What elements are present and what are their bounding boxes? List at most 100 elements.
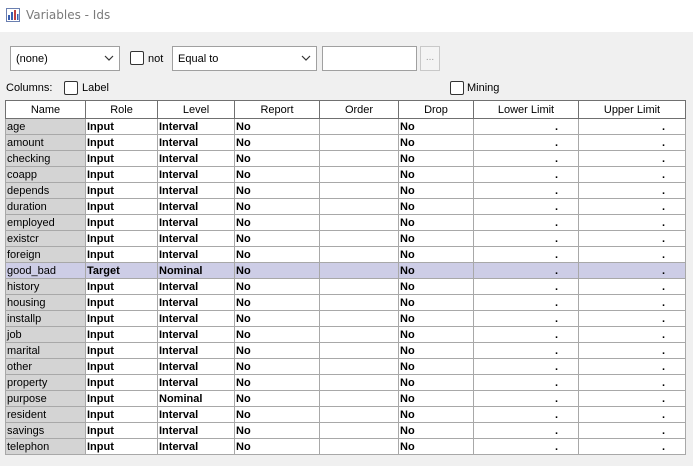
cell-lower-limit[interactable]: . xyxy=(473,198,579,215)
cell-level[interactable]: Interval xyxy=(157,134,235,151)
cell-drop[interactable]: No xyxy=(398,230,474,247)
cell-lower-limit[interactable]: . xyxy=(473,358,579,375)
cell-level[interactable]: Interval xyxy=(157,246,235,263)
cell-role[interactable]: Input xyxy=(85,278,158,295)
cell-drop[interactable]: No xyxy=(398,390,474,407)
cell-lower-limit[interactable]: . xyxy=(473,134,579,151)
cell-report[interactable]: No xyxy=(234,358,320,375)
cell-order[interactable] xyxy=(319,134,399,151)
cell-report[interactable]: No xyxy=(234,342,320,359)
cell-upper-limit[interactable]: . xyxy=(578,182,686,199)
cell-level[interactable]: Interval xyxy=(157,150,235,167)
column-header-role[interactable]: Role xyxy=(85,100,158,119)
cell-level[interactable]: Interval xyxy=(157,198,235,215)
cell-role[interactable]: Input xyxy=(85,438,158,455)
cell-upper-limit[interactable]: . xyxy=(578,166,686,183)
cell-lower-limit[interactable]: . xyxy=(473,166,579,183)
cell-order[interactable] xyxy=(319,150,399,167)
cell-upper-limit[interactable]: . xyxy=(578,198,686,215)
cell-report[interactable]: No xyxy=(234,230,320,247)
cell-lower-limit[interactable]: . xyxy=(473,374,579,391)
table-row[interactable]: existcr Input Interval No No.. xyxy=(5,230,686,247)
cell-report[interactable]: No xyxy=(234,278,320,295)
cell-lower-limit[interactable]: . xyxy=(473,278,579,295)
mining-checkbox[interactable] xyxy=(450,81,464,95)
table-row[interactable]: depends Input Interval No No.. xyxy=(5,182,686,199)
cell-role[interactable]: Input xyxy=(85,214,158,231)
cell-order[interactable] xyxy=(319,118,399,135)
cell-upper-limit[interactable]: . xyxy=(578,214,686,231)
cell-upper-limit[interactable]: . xyxy=(578,390,686,407)
cell-drop[interactable]: No xyxy=(398,294,474,311)
cell-role[interactable]: Input xyxy=(85,326,158,343)
cell-upper-limit[interactable]: . xyxy=(578,230,686,247)
cell-drop[interactable]: No xyxy=(398,166,474,183)
cell-order[interactable] xyxy=(319,230,399,247)
cell-drop[interactable]: No xyxy=(398,150,474,167)
cell-level[interactable]: Interval xyxy=(157,326,235,343)
cell-upper-limit[interactable]: . xyxy=(578,294,686,311)
filter-value-input[interactable] xyxy=(322,46,417,71)
cell-role[interactable]: Input xyxy=(85,182,158,199)
cell-upper-limit[interactable]: . xyxy=(578,118,686,135)
cell-report[interactable]: No xyxy=(234,134,320,151)
cell-report[interactable]: No xyxy=(234,326,320,343)
column-header-lower-limit[interactable]: Lower Limit xyxy=(473,100,579,119)
cell-order[interactable] xyxy=(319,390,399,407)
table-row[interactable]: age Input Interval No No.. xyxy=(5,118,686,135)
cell-drop[interactable]: No xyxy=(398,134,474,151)
cell-upper-limit[interactable]: . xyxy=(578,438,686,455)
cell-report[interactable]: No xyxy=(234,150,320,167)
cell-upper-limit[interactable]: . xyxy=(578,262,686,279)
cell-order[interactable] xyxy=(319,262,399,279)
cell-upper-limit[interactable]: . xyxy=(578,310,686,327)
cell-drop[interactable]: No xyxy=(398,358,474,375)
cell-lower-limit[interactable]: . xyxy=(473,214,579,231)
table-row[interactable]: duration Input Interval No No.. xyxy=(5,198,686,215)
cell-lower-limit[interactable]: . xyxy=(473,182,579,199)
table-row[interactable]: housing Input Interval No No.. xyxy=(5,294,686,311)
cell-level[interactable]: Interval xyxy=(157,278,235,295)
cell-lower-limit[interactable]: . xyxy=(473,294,579,311)
cell-lower-limit[interactable]: . xyxy=(473,342,579,359)
column-header-drop[interactable]: Drop xyxy=(398,100,474,119)
cell-report[interactable]: No xyxy=(234,118,320,135)
cell-upper-limit[interactable]: . xyxy=(578,422,686,439)
cell-order[interactable] xyxy=(319,374,399,391)
cell-level[interactable]: Interval xyxy=(157,422,235,439)
operator-select[interactable]: Equal to xyxy=(172,46,317,71)
cell-order[interactable] xyxy=(319,198,399,215)
cell-order[interactable] xyxy=(319,166,399,183)
cell-order[interactable] xyxy=(319,406,399,423)
cell-level[interactable]: Interval xyxy=(157,374,235,391)
cell-role[interactable]: Input xyxy=(85,374,158,391)
cell-level[interactable]: Interval xyxy=(157,310,235,327)
cell-order[interactable] xyxy=(319,438,399,455)
cell-level[interactable]: Nominal xyxy=(157,390,235,407)
cell-upper-limit[interactable]: . xyxy=(578,374,686,391)
cell-report[interactable]: No xyxy=(234,438,320,455)
table-row[interactable]: checking Input Interval No No.. xyxy=(5,150,686,167)
cell-order[interactable] xyxy=(319,246,399,263)
table-row[interactable]: purpose Input Nominal No No.. xyxy=(5,390,686,407)
cell-level[interactable]: Interval xyxy=(157,182,235,199)
cell-report[interactable]: No xyxy=(234,246,320,263)
cell-lower-limit[interactable]: . xyxy=(473,406,579,423)
cell-order[interactable] xyxy=(319,278,399,295)
table-row[interactable]: savings Input Interval No No.. xyxy=(5,422,686,439)
cell-lower-limit[interactable]: . xyxy=(473,438,579,455)
cell-drop[interactable]: No xyxy=(398,182,474,199)
cell-upper-limit[interactable]: . xyxy=(578,358,686,375)
cell-report[interactable]: No xyxy=(234,310,320,327)
not-checkbox[interactable] xyxy=(130,51,144,65)
cell-drop[interactable]: No xyxy=(398,198,474,215)
cell-role[interactable]: Input xyxy=(85,342,158,359)
table-row[interactable]: installp Input Interval No No.. xyxy=(5,310,686,327)
cell-order[interactable] xyxy=(319,182,399,199)
table-row[interactable]: history Input Interval No No.. xyxy=(5,278,686,295)
table-row[interactable]: good_bad Target Nominal No No.. xyxy=(5,262,686,279)
cell-role[interactable]: Input xyxy=(85,246,158,263)
cell-lower-limit[interactable]: . xyxy=(473,262,579,279)
cell-order[interactable] xyxy=(319,326,399,343)
cell-level[interactable]: Interval xyxy=(157,358,235,375)
